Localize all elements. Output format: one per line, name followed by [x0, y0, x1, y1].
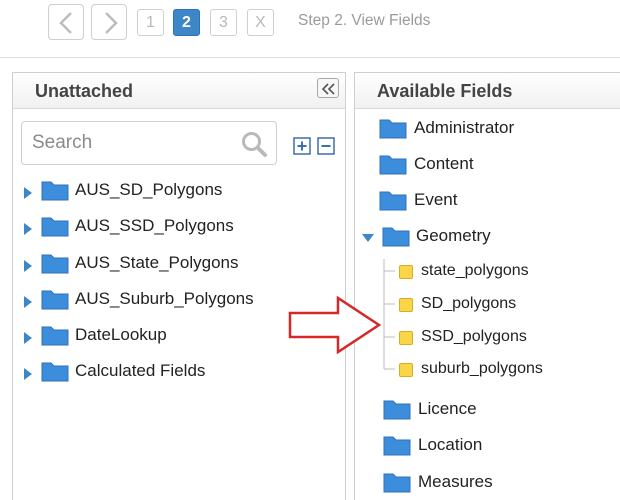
previous-step-button[interactable] [48, 4, 84, 40]
collapse-arrow-icon[interactable] [361, 233, 375, 243]
folder-icon [383, 473, 411, 493]
list-item-label: Calculated Fields [75, 361, 206, 380]
list-item[interactable]: Location [383, 434, 620, 464]
field-icon [399, 298, 413, 312]
list-item[interactable]: Administrator [379, 117, 620, 147]
list-item-label: Licence [418, 399, 477, 418]
list-item[interactable]: Measures [383, 471, 620, 500]
list-item[interactable]: suburb_polygons [399, 359, 620, 389]
list-item[interactable]: AUS_SSD_Polygons [23, 215, 343, 245]
expand-arrow-icon[interactable] [23, 331, 33, 345]
expand-arrow-icon[interactable] [23, 259, 33, 273]
expand-arrow-icon[interactable] [23, 367, 33, 381]
list-item[interactable]: Geometry [361, 225, 620, 255]
folder-icon [383, 436, 411, 456]
folder-icon [379, 191, 407, 211]
expand-arrow-icon[interactable] [23, 222, 33, 236]
list-item-label: state_polygons [421, 262, 529, 279]
folder-open-icon [382, 227, 410, 247]
list-item-label: Administrator [414, 118, 515, 137]
folder-icon [41, 254, 69, 274]
list-item[interactable]: AUS_State_Polygons [23, 252, 343, 282]
next-step-button[interactable] [91, 4, 127, 40]
unattached-panel: Unattached AUS_SD_Polygons [12, 72, 346, 500]
list-item-label: AUS_Suburb_Polygons [75, 289, 254, 308]
step-2-button[interactable]: 2 [173, 9, 200, 36]
list-item-label: Measures [418, 472, 493, 491]
list-item[interactable]: AUS_SD_Polygons [23, 179, 343, 209]
double-chevron-left-icon [321, 83, 335, 95]
list-item[interactable]: Content [379, 153, 620, 183]
list-item-label: SSD_polygons [421, 328, 527, 345]
folder-icon [379, 119, 407, 139]
close-wizard-button[interactable]: X [247, 9, 274, 36]
list-item[interactable]: SD_polygons [399, 294, 620, 324]
list-item-label: DateLookup [75, 325, 167, 344]
field-icon [399, 265, 413, 279]
list-item-label: Geometry [416, 226, 491, 245]
field-icon [399, 331, 413, 345]
available-fields-panel: Available Fields Administrator Content E… [354, 72, 620, 500]
folder-icon [41, 326, 69, 346]
collapse-all-icon[interactable] [317, 137, 335, 155]
folder-icon [41, 217, 69, 237]
field-icon [399, 363, 413, 377]
expand-all-icon[interactable] [293, 137, 311, 155]
collapse-panel-button[interactable] [317, 78, 339, 98]
folder-icon [383, 400, 411, 420]
list-item[interactable]: Calculated Fields [23, 360, 343, 390]
wizard-step-bar: 1 2 3 X Step 2. View Fields [0, 0, 620, 58]
list-item[interactable]: Licence [383, 398, 620, 428]
folder-icon [41, 362, 69, 382]
list-item[interactable]: Event [379, 189, 620, 219]
expand-arrow-icon[interactable] [23, 295, 33, 309]
search-input[interactable] [22, 122, 230, 164]
list-item-label: AUS_SSD_Polygons [75, 216, 234, 235]
folder-icon [379, 155, 407, 175]
list-item-label: SD_polygons [421, 295, 517, 312]
list-item-label: AUS_SD_Polygons [75, 180, 223, 199]
search-icon[interactable] [240, 130, 268, 158]
list-item-label: Event [414, 190, 458, 209]
step-1-button[interactable]: 1 [137, 9, 164, 36]
folder-icon [41, 181, 69, 201]
step-title: Step 2. View Fields [298, 12, 431, 29]
search-box [21, 121, 277, 165]
step-3-button[interactable]: 3 [210, 9, 237, 36]
unattached-panel-title: Unattached [35, 81, 134, 101]
unattached-panel-header: Unattached [13, 73, 345, 109]
folder-icon [41, 290, 69, 310]
list-item-label: suburb_polygons [421, 360, 543, 377]
expand-arrow-icon[interactable] [23, 186, 33, 200]
list-item[interactable]: state_polygons [399, 261, 620, 291]
chevron-right-icon [105, 12, 118, 34]
list-item-label: Content [414, 154, 474, 173]
list-item[interactable]: SSD_polygons [399, 327, 620, 357]
chevron-left-icon [59, 12, 72, 34]
list-item-label: AUS_State_Polygons [75, 253, 239, 272]
list-item-label: Location [418, 435, 483, 454]
red-arrow-annotation [288, 295, 382, 355]
